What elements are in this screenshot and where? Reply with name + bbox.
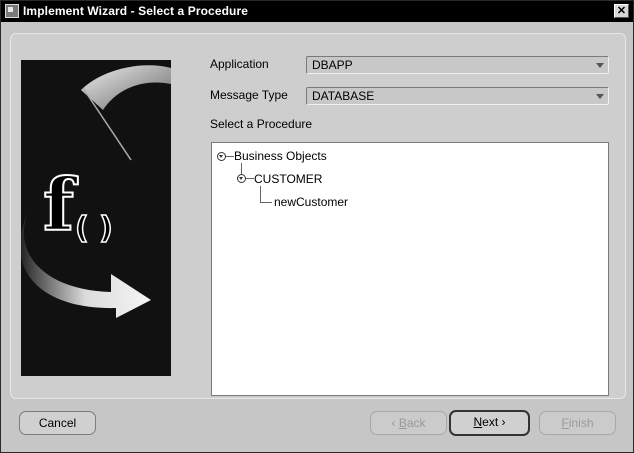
cancel-button[interactable]: Cancel <box>19 411 96 435</box>
message-type-label: Message Type <box>210 88 288 102</box>
next-mnemonic: N <box>473 415 483 429</box>
back-mnemonic: B <box>398 416 407 430</box>
application-label: Application <box>210 57 269 71</box>
tree-connector <box>246 178 254 179</box>
procedure-tree[interactable]: Business Objects CUSTOMER newCustomer <box>211 142 609 396</box>
next-button[interactable]: Next › <box>449 410 530 436</box>
tree-node-new-customer[interactable]: newCustomer <box>274 195 348 209</box>
application-value: DBAPP <box>312 58 353 72</box>
cancel-label: Cancel <box>38 416 77 430</box>
svg-text:( ): ( ) <box>75 211 113 246</box>
application-select[interactable]: DBAPP <box>306 56 609 74</box>
wizard-window: Implement Wizard - Select a Procedure ✕ <box>0 0 634 453</box>
function-graphic-icon: f ( ) <box>21 65 171 318</box>
tree-node-business-objects[interactable]: Business Objects <box>234 149 327 163</box>
svg-text:f: f <box>43 162 78 247</box>
next-arrow-icon: › <box>501 415 506 429</box>
next-label: ext <box>482 415 499 429</box>
close-icon: ✕ <box>616 5 627 17</box>
tree-connector <box>260 186 261 202</box>
dropdown-arrow-icon <box>596 94 604 99</box>
tree-connector <box>260 202 272 203</box>
finish-label: inish <box>568 416 594 430</box>
procedure-label: Select a Procedure <box>210 117 313 131</box>
close-button[interactable]: ✕ <box>614 4 629 18</box>
window-title: Implement Wizard - Select a Procedure <box>23 4 248 18</box>
back-button[interactable]: ‹ Back <box>370 411 447 435</box>
collapse-icon[interactable] <box>237 174 246 183</box>
finish-mnemonic: F <box>561 416 569 430</box>
title-bar: Implement Wizard - Select a Procedure ✕ <box>1 1 633 22</box>
dropdown-arrow-icon <box>596 63 604 68</box>
message-type-value: DATABASE <box>312 89 375 103</box>
wizard-side-image: f ( ) <box>21 60 171 376</box>
back-arrow-icon: ‹ <box>391 416 396 430</box>
collapse-icon[interactable] <box>217 152 226 161</box>
tree-connector <box>226 156 234 157</box>
finish-button[interactable]: Finish <box>539 411 616 435</box>
tree-node-customer[interactable]: CUSTOMER <box>254 172 322 186</box>
app-icon <box>5 4 19 18</box>
back-label: ack <box>406 416 426 430</box>
message-type-select[interactable]: DATABASE <box>306 87 609 105</box>
